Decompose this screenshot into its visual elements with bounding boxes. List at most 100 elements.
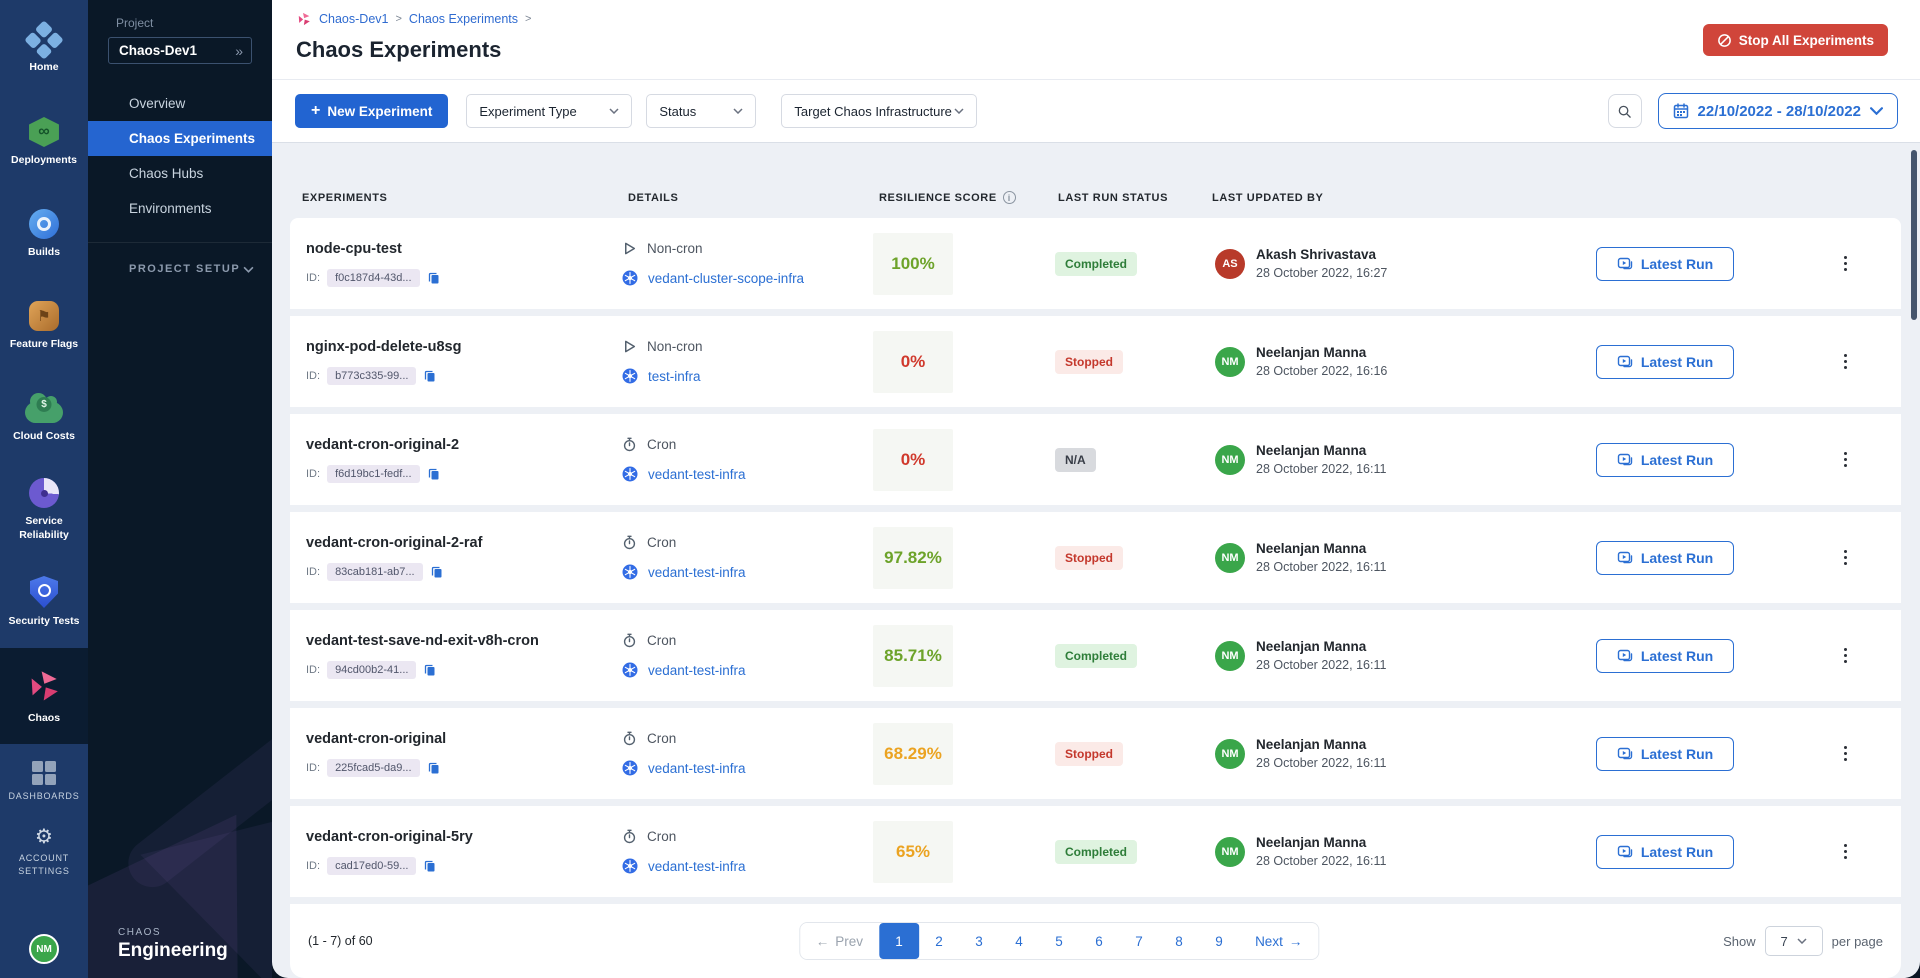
kebab-menu-icon[interactable] [1840,347,1852,376]
page-size-select[interactable]: 7 [1765,926,1823,956]
run-history-icon [1617,844,1633,860]
date-range-picker[interactable]: 22/10/2022 - 28/10/2022 [1658,93,1898,129]
nav-item-environments[interactable]: Environments [88,191,272,226]
experiment-id-label: ID: [306,370,320,382]
sidebar-item-dashboards[interactable]: DASHBOARDS [0,750,88,814]
user-avatar: NM [1215,347,1245,377]
latest-run-button[interactable]: Latest Run [1596,639,1734,673]
sidebar-item-chaos[interactable]: Chaos [0,648,88,744]
experiment-name[interactable]: vedant-cron-original [306,731,600,747]
kebab-menu-icon[interactable] [1840,641,1852,670]
copy-icon[interactable] [423,663,437,677]
user-avatar[interactable]: NM [29,934,59,964]
sidebar-item-account-settings[interactable]: ⚙ ACCOUNT SETTINGS [0,820,88,884]
infrastructure-link[interactable]: vedant-test-infra [648,761,746,776]
sidebar-item-service-reliability[interactable]: Service Reliability [0,464,88,556]
latest-run-button[interactable]: Latest Run [1596,345,1734,379]
pagination-pages: 123456789 [879,923,1239,959]
infrastructure-link[interactable]: vedant-test-infra [648,565,746,580]
chaos-breadcrumb-icon [296,11,312,27]
sidebar-item-builds[interactable]: Builds [0,188,88,280]
info-icon[interactable]: i [1003,191,1016,204]
experiment-id-label: ID: [306,272,320,284]
module-eyebrow: CHAOS [118,927,228,938]
page-button-2[interactable]: 2 [919,923,959,959]
column-header-experiments: EXPERIMENTS [290,192,600,204]
page-button-7[interactable]: 7 [1119,923,1159,959]
copy-icon[interactable] [423,859,437,873]
kebab-menu-icon[interactable] [1840,249,1852,278]
resilience-score-value: 65% [873,821,953,883]
infrastructure-link[interactable]: vedant-test-infra [648,467,746,482]
sidebar-item-home[interactable]: Home [0,4,88,96]
chevron-down-icon [1797,938,1807,944]
arrow-right-icon: → [1289,934,1303,949]
updated-by-name: Neelanjan Manna [1256,737,1386,752]
experiment-row: node-cpu-test ID: f0c187d4-43d... Non-cr… [290,218,1901,309]
scrollbar-thumb[interactable] [1911,150,1917,320]
page-button-4[interactable]: 4 [999,923,1039,959]
infrastructure-link[interactable]: vedant-test-infra [648,859,746,874]
dashboards-label: DASHBOARDS [8,790,79,803]
nav-item-chaos-experiments[interactable]: Chaos Experiments [88,121,272,156]
experiment-name[interactable]: node-cpu-test [306,241,600,257]
next-page-button[interactable]: Next → [1239,923,1318,959]
infrastructure-link[interactable]: test-infra [648,369,701,384]
sidebar-item-feature-flags[interactable]: ⚑ Feature Flags [0,280,88,372]
latest-run-button[interactable]: Latest Run [1596,835,1734,869]
copy-icon[interactable] [430,565,444,579]
kebab-menu-icon[interactable] [1840,739,1852,768]
kubernetes-icon [622,466,638,482]
kebab-menu-icon[interactable] [1840,837,1852,866]
page-button-6[interactable]: 6 [1079,923,1119,959]
copy-icon[interactable] [427,761,441,775]
updated-at-timestamp: 28 October 2022, 16:11 [1256,854,1386,868]
experiment-name[interactable]: vedant-test-save-nd-exit-v8h-cron [306,633,600,649]
nav-item-chaos-hubs[interactable]: Chaos Hubs [88,156,272,191]
page-button-1[interactable]: 1 [879,923,919,959]
status-filter[interactable]: Status [646,94,756,128]
sidebar-item-deployments[interactable]: ∞ Deployments [0,96,88,188]
project-selector[interactable]: Chaos-Dev1 » [108,37,252,64]
infrastructure-link[interactable]: vedant-test-infra [648,663,746,678]
search-button[interactable] [1608,94,1642,128]
experiment-type-filter[interactable]: Experiment Type [466,94,632,128]
nav-item-overview[interactable]: Overview [88,86,272,121]
sidebar-item-cloud-costs[interactable]: $ Cloud Costs [0,372,88,464]
experiment-name[interactable]: vedant-cron-original-2-raf [306,535,600,551]
infrastructure-link[interactable]: vedant-cluster-scope-infra [648,271,804,286]
project-setup-toggle[interactable]: PROJECT SETUP [88,243,272,275]
sidebar-item-security-tests[interactable]: Security Tests [0,556,88,648]
updated-by-name: Neelanjan Manna [1256,639,1386,654]
kebab-menu-icon[interactable] [1840,543,1852,572]
breadcrumb-page-link[interactable]: Chaos Experiments [409,12,518,26]
stop-all-experiments-button[interactable]: Stop All Experiments [1703,24,1888,56]
page-button-8[interactable]: 8 [1159,923,1199,959]
target-infrastructure-filter[interactable]: Target Chaos Infrastructure [781,94,977,128]
copy-icon[interactable] [427,467,441,481]
chevron-double-right-icon[interactable]: » [235,43,243,59]
page-button-3[interactable]: 3 [959,923,999,959]
user-avatar: NM [1215,641,1245,671]
column-header-details: DETAILS [600,192,855,204]
user-avatar: NM [1215,543,1245,573]
copy-icon[interactable] [423,369,437,383]
cron-stopwatch-icon [622,535,637,550]
copy-icon[interactable] [427,271,441,285]
breadcrumb-project-link[interactable]: Chaos-Dev1 [319,12,388,26]
experiment-name[interactable]: vedant-cron-original-5ry [306,829,600,845]
prev-page-button[interactable]: ← Prev [800,923,879,959]
kubernetes-icon [622,760,638,776]
calendar-icon [1673,103,1689,119]
latest-run-button[interactable]: Latest Run [1596,541,1734,575]
new-experiment-button[interactable]: + New Experiment [295,94,448,128]
page-button-5[interactable]: 5 [1039,923,1079,959]
latest-run-button[interactable]: Latest Run [1596,443,1734,477]
latest-run-button[interactable]: Latest Run [1596,737,1734,771]
updated-by-name: Neelanjan Manna [1256,835,1386,850]
experiment-name[interactable]: vedant-cron-original-2 [306,437,600,453]
experiment-name[interactable]: nginx-pod-delete-u8sg [306,339,600,355]
page-button-9[interactable]: 9 [1199,923,1239,959]
latest-run-button[interactable]: Latest Run [1596,247,1734,281]
kebab-menu-icon[interactable] [1840,445,1852,474]
